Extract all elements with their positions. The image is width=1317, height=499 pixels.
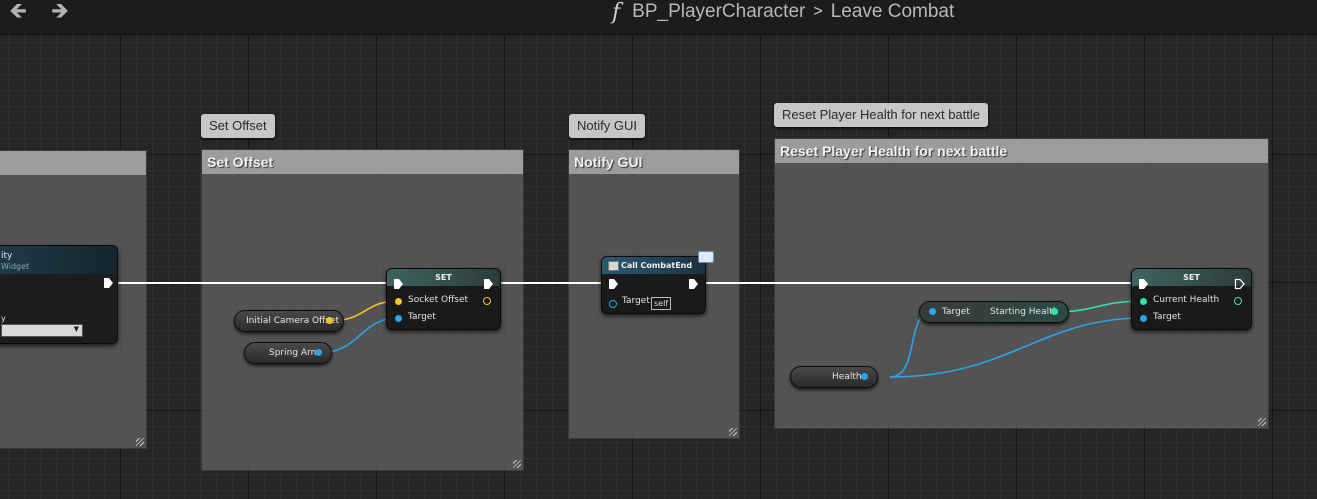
get-initial-camera-offset-node[interactable]: Initial Camera Offset (234, 310, 344, 332)
starting-health-pin-label: Starting Health (990, 307, 1059, 317)
exec-in-pin-icon[interactable] (1138, 278, 1150, 290)
self-default-value: self (651, 297, 672, 310)
chevron-down-icon: ▼ (73, 325, 79, 333)
get-health-node[interactable]: Health (790, 366, 878, 388)
object-pin-icon[interactable] (395, 315, 402, 322)
getter-label: Initial Camera Offset (246, 316, 339, 326)
target-pin-label: Target (1153, 312, 1181, 322)
object-pin-icon[interactable] (929, 308, 936, 315)
exec-in-pin-icon[interactable] (608, 278, 620, 290)
exec-out-pin-icon[interactable] (103, 277, 115, 289)
node-title: ity (1, 251, 13, 261)
target-pin-label: Target (408, 312, 436, 322)
set-current-health-node[interactable]: SET Current Health Target (1131, 268, 1252, 330)
function-call-icon (608, 261, 619, 271)
widget-node-partial[interactable]: ity Widget y ▼ (0, 245, 118, 344)
getter-label: Spring Arm (269, 348, 320, 358)
target-pin-label: Target (942, 307, 970, 317)
object-pin-icon[interactable] (1140, 315, 1147, 322)
vector-out-pin-icon[interactable] (483, 297, 491, 305)
socket-offset-pin-label: Socket Offset (408, 295, 469, 305)
exec-out-pin-icon[interactable] (1234, 278, 1246, 290)
getter-label: Health (832, 372, 862, 382)
node-subtitle: Widget (1, 262, 30, 271)
wire-layer (112, 282, 1144, 378)
float-pin-icon[interactable] (1140, 298, 1147, 305)
field-label: y (1, 314, 6, 323)
call-combat-end-node[interactable]: Call CombatEnd Target self (601, 251, 714, 314)
get-starting-health-node[interactable]: Target Starting Health (919, 301, 1069, 323)
target-pin-label: Target (622, 296, 650, 306)
current-health-pin-label: Current Health (1153, 295, 1220, 305)
exec-out-pin-icon[interactable] (483, 278, 495, 290)
object-pin-icon[interactable] (609, 300, 617, 308)
object-pin-icon[interactable] (315, 349, 322, 356)
set-socket-offset-node[interactable]: SET Socket Offset Target (386, 268, 501, 330)
enum-dropdown[interactable]: ▼ (1, 324, 83, 337)
get-spring-arm-node[interactable]: Spring Arm (244, 342, 332, 364)
envelope-icon (698, 251, 714, 263)
float-out-pin-icon[interactable] (1234, 297, 1242, 305)
object-pin-icon[interactable] (861, 373, 868, 380)
exec-in-pin-icon[interactable] (393, 278, 405, 290)
vector-pin-icon[interactable] (395, 298, 402, 305)
vector-pin-icon[interactable] (326, 317, 333, 324)
exec-out-pin-icon[interactable] (688, 278, 700, 290)
object-wire (889, 317, 1144, 378)
float-pin-icon[interactable] (1051, 308, 1058, 315)
